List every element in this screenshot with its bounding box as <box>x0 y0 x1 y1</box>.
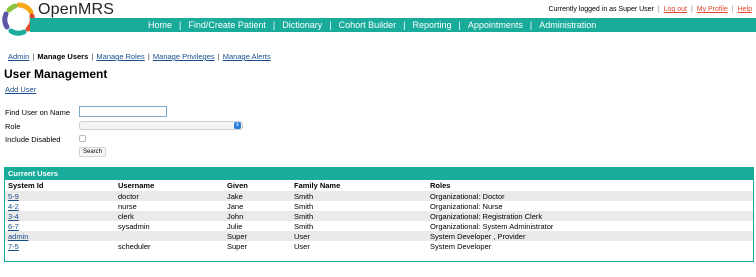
family-cell: User <box>294 241 310 251</box>
subnav-admin[interactable]: Admin <box>8 52 29 61</box>
current-users-panel: Current Users System Id Username Given F… <box>4 167 754 262</box>
find-user-input[interactable] <box>79 106 167 117</box>
roles-cell: Organizational: Registration Clerk <box>427 211 753 221</box>
system-id-link[interactable]: 4-2 <box>8 202 19 211</box>
nav-administration[interactable]: Administration <box>539 20 596 30</box>
username-cell <box>115 231 224 241</box>
logged-in-text: Currently logged in as Super User <box>548 6 654 13</box>
current-users-header: Current Users <box>5 168 753 180</box>
given-cell: Super <box>224 231 291 241</box>
add-user-link[interactable]: Add User <box>5 85 36 94</box>
select-arrows-icon: ⇕ <box>234 122 241 129</box>
username-cell: sysadmin <box>118 221 150 231</box>
page-title: User Management <box>4 67 108 81</box>
help-link[interactable]: Help <box>738 6 752 13</box>
family-cell: User <box>291 231 427 241</box>
role-select[interactable]: ⇕ <box>79 121 243 130</box>
subnav-manage-alerts[interactable]: Manage Alerts <box>223 52 271 61</box>
system-id-link[interactable]: 5-9 <box>8 192 19 201</box>
subnav-manage-privileges[interactable]: Manage Privileges <box>153 52 215 61</box>
given-cell: Super <box>227 241 248 251</box>
username-cell: doctor <box>115 191 224 201</box>
table-row: 7-5 scheduler Super User System Develope… <box>5 241 753 251</box>
table-row: admin Super User System Developer , Prov… <box>5 231 753 241</box>
subnav-manage-users[interactable]: Manage Users <box>37 52 88 61</box>
users-table: System Id Username Given Family Name Rol… <box>5 180 753 251</box>
nav-home[interactable]: Home <box>148 20 172 30</box>
col-family-name: Family Name <box>294 181 341 190</box>
col-username: Username <box>118 181 155 190</box>
roles-cell: System Developer <box>430 241 492 251</box>
system-id-link[interactable]: admin <box>8 232 28 241</box>
table-row: 4-2 nurse Jane Smith Organizational: Nur… <box>5 201 753 211</box>
nav-find-create-patient[interactable]: Find/Create Patient <box>188 20 266 30</box>
logout-link[interactable]: Log out <box>664 6 687 13</box>
table-row: 3-4 clerk John Smith Organizational: Reg… <box>5 211 753 221</box>
nav-cohort-builder[interactable]: Cohort Builder <box>339 20 397 30</box>
given-cell: Julie <box>227 221 243 231</box>
include-disabled-label: Include Disabled <box>5 135 61 144</box>
family-cell: Smith <box>291 191 427 201</box>
table-row: 6-7 sysadmin Julie Smith Organizational:… <box>5 221 753 231</box>
system-id-link[interactable]: 7-5 <box>8 242 19 251</box>
username-cell: clerk <box>115 211 224 221</box>
given-cell: Jane <box>227 201 244 211</box>
nav-reporting[interactable]: Reporting <box>412 20 451 30</box>
given-cell: John <box>224 211 291 221</box>
family-cell: Smith <box>294 201 314 211</box>
system-id-link[interactable]: 6-7 <box>8 222 19 231</box>
table-row: 5-9 doctor Jake Smith Organizational: Do… <box>5 191 753 201</box>
given-cell: Jake <box>224 191 291 201</box>
include-disabled-checkbox[interactable] <box>79 135 86 142</box>
admin-subnav: Admin | Manage Users | Manage Roles | Ma… <box>8 52 271 61</box>
system-id-link[interactable]: 3-4 <box>8 212 19 221</box>
family-cell: Smith <box>294 221 314 231</box>
nav-dictionary[interactable]: Dictionary <box>282 20 322 30</box>
username-cell: nurse <box>118 201 137 211</box>
col-given: Given <box>227 181 248 190</box>
nav-appointments[interactable]: Appointments <box>468 20 523 30</box>
col-roles: Roles <box>430 181 451 190</box>
my-profile-link[interactable]: My Profile <box>697 6 728 13</box>
brand-name: OpenMRS <box>38 1 115 18</box>
main-nav: Home | Find/Create Patient | Dictionary … <box>30 18 756 32</box>
roles-cell: Organizational: Doctor <box>427 191 753 201</box>
search-button[interactable]: Search <box>79 147 106 157</box>
username-cell: scheduler <box>118 241 151 251</box>
col-system-id: System Id <box>8 181 44 190</box>
user-bar: Currently logged in as Super User | Log … <box>548 6 752 13</box>
role-label: Role <box>5 122 21 131</box>
family-cell: Smith <box>291 211 427 221</box>
roles-cell: Organizational: Nurse <box>430 201 503 211</box>
find-user-label: Find User on Name <box>5 108 71 117</box>
subnav-manage-roles[interactable]: Manage Roles <box>96 52 144 61</box>
roles-cell: Organizational: System Administrator <box>430 221 554 231</box>
roles-cell: System Developer , Provider <box>427 231 753 241</box>
